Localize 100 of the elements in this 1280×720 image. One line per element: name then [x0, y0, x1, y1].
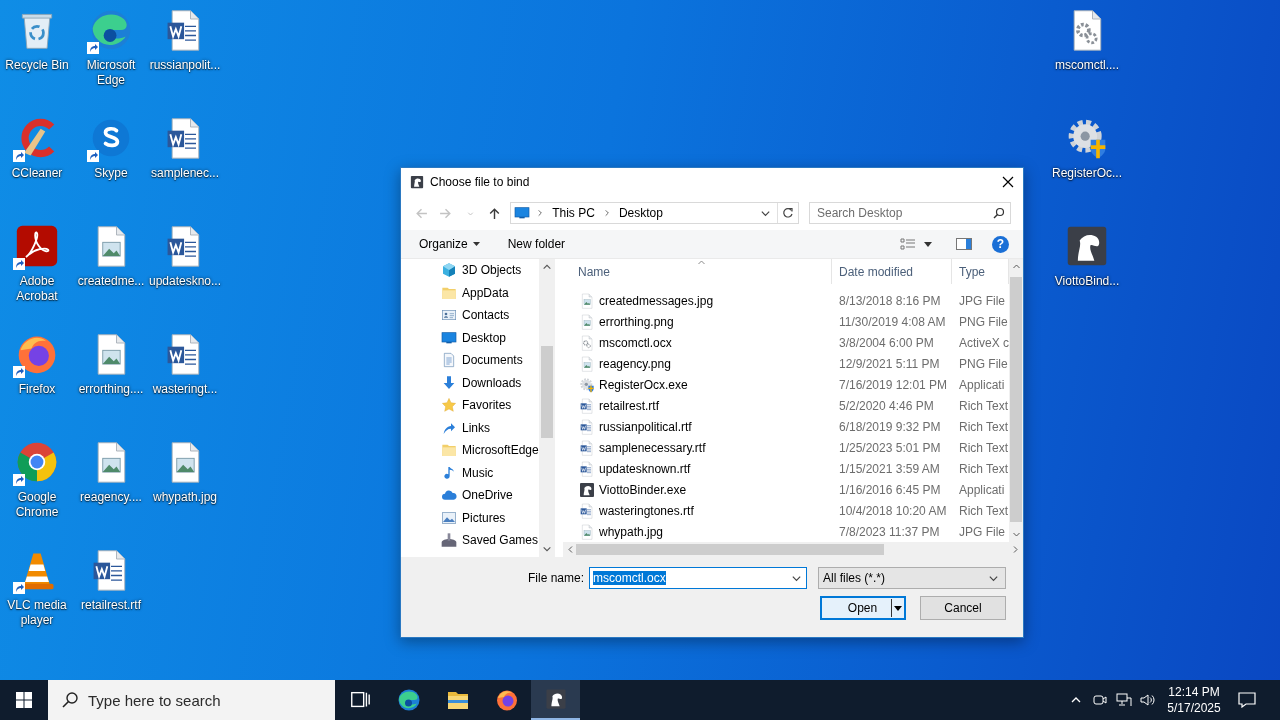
search-icon: [62, 692, 78, 708]
nav-item[interactable]: Contacts: [401, 304, 539, 327]
type-cell-text: Rich Text: [958, 440, 1009, 455]
nav-item[interactable]: OneDrive: [401, 484, 539, 507]
desktop-icon-label[interactable]: whypath.jpg: [152, 490, 217, 505]
dialog-button[interactable]: Cancel: [920, 596, 1006, 620]
desktop-icon-label[interactable]: wasteringt...: [152, 382, 218, 397]
desktop-icon-label[interactable]: VLC media player: [0, 598, 75, 628]
nav-item[interactable]: Downloads: [401, 371, 539, 394]
preview-pane-button[interactable]: [954, 236, 974, 252]
joystick-icon: [441, 532, 457, 549]
taskbar-app-button[interactable]: [531, 680, 580, 720]
address-bar[interactable]: This PC Desktop: [510, 202, 799, 224]
browser-logo-icon: [89, 8, 133, 52]
scrollbar-thumb[interactable]: [1010, 277, 1022, 522]
date-cell-text: 11/30/2019 4:08 AM: [838, 314, 947, 329]
clock[interactable]: 12:14 PM 5/17/2025: [1160, 680, 1228, 720]
desktop-icon-label[interactable]: ViottoBind...: [1054, 274, 1120, 289]
file-name[interactable]: samplenecessary.rtf: [563, 439, 832, 456]
date-cell-text: 1/15/2021 3:59 AM: [838, 461, 941, 476]
scrollbar-thumb[interactable]: [541, 346, 553, 438]
date-cell-text: 10/4/2018 10:20 AM: [838, 503, 948, 518]
date-cell-text: 7/16/2019 12:01 PM: [838, 377, 949, 392]
scroll-down-icon: [542, 544, 552, 554]
type-cell-text: Rich Text: [958, 503, 1009, 518]
nav-item[interactable]: 3D Objects: [401, 259, 539, 282]
desktop-icon-label[interactable]: retailrest.rtf: [81, 598, 141, 613]
breadcrumb-item[interactable]: This PC: [550, 206, 597, 220]
file-name[interactable]: retailrest.rtf: [563, 397, 832, 414]
desktop-icon-label[interactable]: Google Chrome: [0, 490, 75, 520]
desktop-icon-label[interactable]: Skype: [94, 166, 128, 181]
camera-icon: [1093, 693, 1107, 707]
preview-pane-icon: [956, 238, 972, 250]
download-arrow-icon: [441, 374, 457, 391]
gear-shield-icon: [579, 376, 595, 393]
desktop-icon-label[interactable]: russianpolit...: [149, 58, 221, 73]
nav-item[interactable]: Pictures: [401, 506, 539, 529]
scrollbar[interactable]: [1009, 259, 1023, 542]
caret-icon: [924, 241, 932, 247]
file-name[interactable]: russianpolitical.rtf: [563, 418, 832, 435]
refresh-icon: [782, 207, 794, 219]
desktop-icon-label[interactable]: createdme...: [77, 274, 145, 289]
file-name-field[interactable]: mscomctl.ocx: [589, 567, 807, 589]
document-icon: [579, 460, 595, 477]
field-label: File name:: [527, 571, 584, 585]
breadcrumb-separator-icon: [536, 209, 545, 217]
desktop-icon-label[interactable]: reagency....: [80, 490, 142, 505]
desktop-icon-label[interactable]: samplenec...: [150, 166, 219, 181]
search-field[interactable]: Search Desktop: [809, 202, 1011, 224]
desktop-icon-label[interactable]: mscomctl....: [1055, 58, 1119, 73]
toolbar-button[interactable]: New folder: [499, 234, 574, 254]
file-name[interactable]: mscomctl.ocx: [563, 334, 832, 351]
window-title: Choose file to bind: [430, 175, 530, 189]
toolbar-button[interactable]: Organize: [411, 234, 488, 254]
nav-item[interactable]: MicrosoftEdge: [401, 439, 539, 462]
desktop-icon-label[interactable]: updateskno...: [148, 274, 222, 289]
nav-item[interactable]: Desktop: [401, 326, 539, 349]
date-cell-text: 12/9/2021 5:11 PM: [838, 356, 941, 371]
type-cell-text: Rich Text: [958, 419, 1009, 434]
forward-arrow-icon: [439, 206, 453, 220]
file-name[interactable]: createdmessages.jpg: [563, 292, 832, 309]
search-field[interactable]: Type here to search: [48, 680, 335, 720]
desktop-icon-label[interactable]: CCleaner: [11, 166, 63, 181]
desktop-icon-label[interactable]: Adobe Acrobat: [0, 274, 75, 304]
help-button[interactable]: ?: [992, 235, 1009, 253]
pdf-logo-icon: [15, 224, 59, 268]
desktop-icon-label[interactable]: RegisterOc...: [1052, 166, 1122, 181]
desktop-icon-label[interactable]: Microsoft Edge: [73, 58, 149, 88]
nav-item[interactable]: Saved Games: [401, 529, 539, 552]
nav-item[interactable]: AppData: [401, 281, 539, 304]
file-name[interactable]: updatesknown.rtf: [563, 460, 832, 477]
column-header[interactable]: Date modified: [832, 259, 952, 284]
file-name[interactable]: ViottoBinder.exe: [563, 481, 832, 498]
caret-icon: [894, 605, 902, 611]
type-cell-text: PNG File: [958, 356, 1009, 371]
scrollbar-thumb[interactable]: [576, 544, 884, 555]
column-header[interactable]: Name: [563, 259, 832, 284]
nav-item[interactable]: Favorites: [401, 394, 539, 417]
file-type-dropdown[interactable]: All files (*.*): [818, 567, 1006, 589]
document-icon: [579, 418, 595, 435]
file-name[interactable]: wasteringtones.rtf: [563, 502, 832, 519]
scrollbar[interactable]: [539, 259, 555, 557]
horse-logo-icon: [579, 481, 595, 498]
dialog-button[interactable]: Open: [820, 596, 906, 620]
desktop-icon-label[interactable]: Firefox: [18, 382, 56, 397]
file-name[interactable]: errorthing.png: [563, 313, 832, 330]
date-cell-text: 5/2/2020 4:46 PM: [838, 398, 935, 413]
nav-item[interactable]: Documents: [401, 349, 539, 372]
desktop-icon-label[interactable]: errorthing....: [78, 382, 144, 397]
view-options-button[interactable]: [898, 236, 934, 252]
breadcrumb-item[interactable]: Desktop: [616, 206, 665, 220]
desktop-icon-label[interactable]: Recycle Bin: [5, 58, 69, 73]
nav-item[interactable]: Links: [401, 416, 539, 439]
scrollbar[interactable]: [563, 542, 1023, 557]
monitor-icon: [441, 329, 457, 346]
file-name[interactable]: reagency.png: [563, 355, 832, 372]
file-name[interactable]: whypath.jpg: [563, 523, 832, 540]
nav-item[interactable]: Music: [401, 461, 539, 484]
fox-logo-icon: [494, 688, 519, 712]
file-name[interactable]: RegisterOcx.exe: [563, 376, 832, 393]
